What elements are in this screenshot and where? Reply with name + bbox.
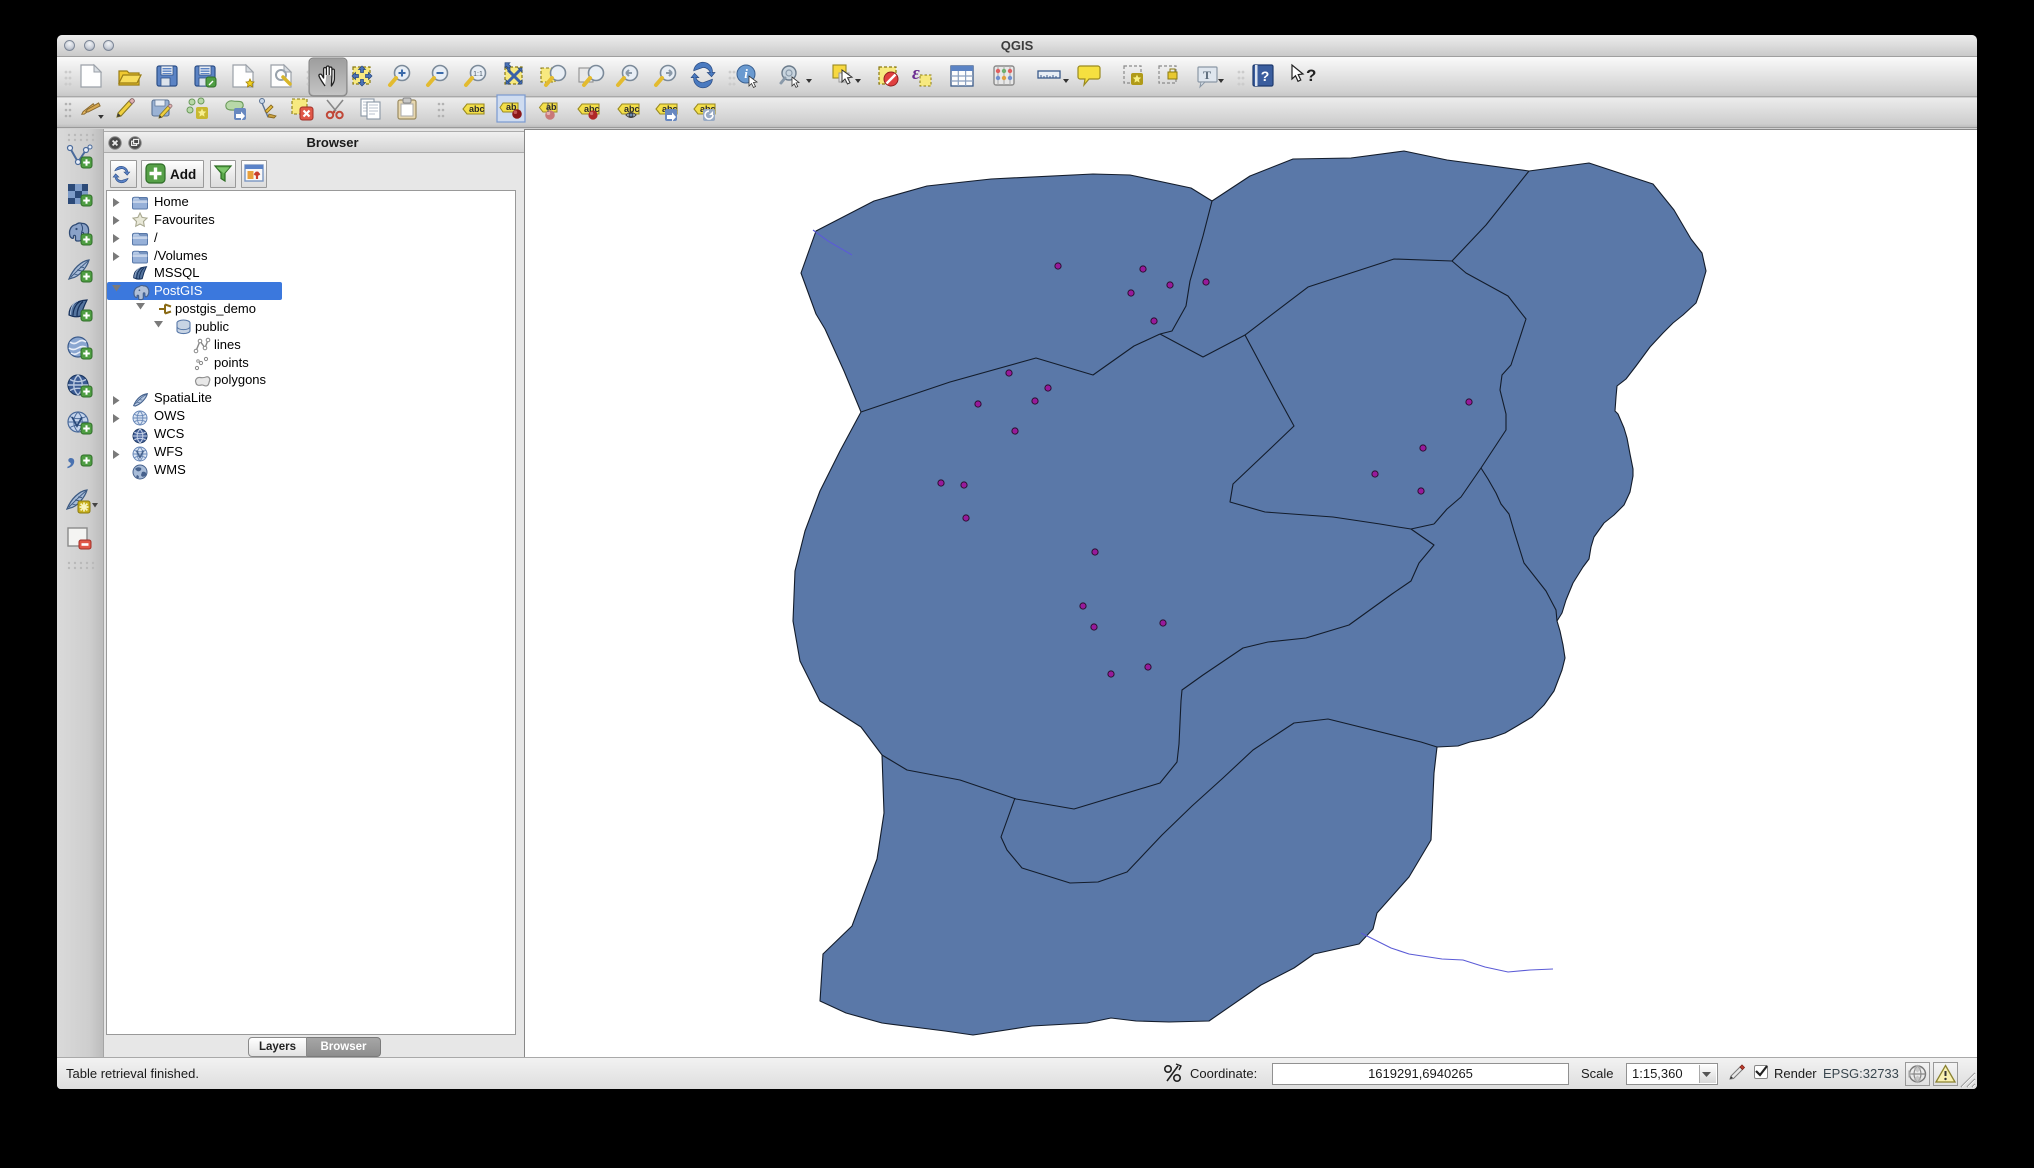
svg-text:i: i (744, 66, 748, 81)
svg-text:,: , (67, 434, 76, 471)
svg-text:?: ? (1261, 68, 1270, 84)
svg-text:1:1: 1:1 (473, 71, 483, 78)
svg-text:?: ? (1306, 66, 1316, 85)
svg-text:T: T (1203, 68, 1211, 82)
svg-text:Add: Add (170, 167, 196, 182)
svg-text:ε: ε (912, 63, 920, 84)
